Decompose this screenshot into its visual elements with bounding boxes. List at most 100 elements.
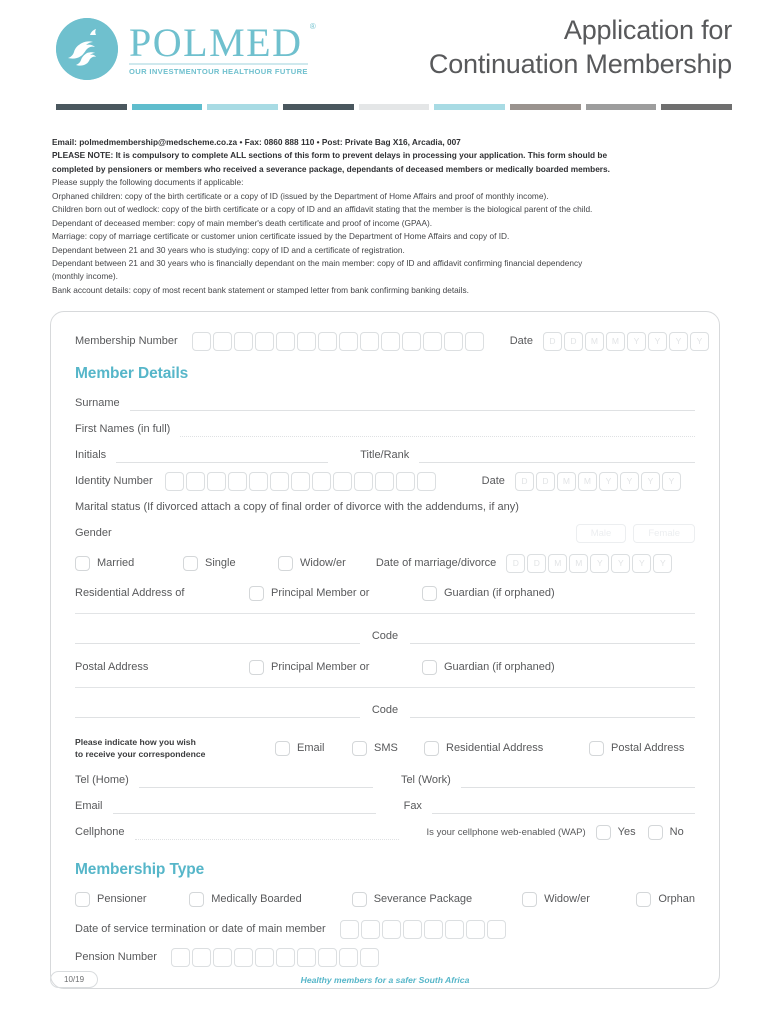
pension-number-cell-3[interactable] xyxy=(212,947,232,967)
membership-number-cell-14[interactable] xyxy=(464,331,484,351)
identity-date-cell-7[interactable]: Y xyxy=(640,471,660,491)
service-termination-cell-8[interactable] xyxy=(486,919,506,939)
membership-type-widower[interactable]: Widow/er xyxy=(522,891,636,907)
wap-yes[interactable]: Yes xyxy=(595,824,636,840)
pension-number-cell-9[interactable] xyxy=(338,947,358,967)
date-cell-4[interactable]: M xyxy=(605,331,625,351)
pension-number-cell-10[interactable] xyxy=(359,947,379,967)
date-cell-1[interactable]: D xyxy=(542,331,562,351)
identity-number-cell-11[interactable] xyxy=(374,471,394,491)
correspondence-email[interactable]: Email xyxy=(275,740,352,756)
date-cell-7[interactable]: Y xyxy=(668,331,688,351)
tel-work-input[interactable] xyxy=(460,787,695,789)
membership-number-cell-2[interactable] xyxy=(212,331,232,351)
date-cell-6[interactable]: Y xyxy=(647,331,667,351)
checkbox-residential-principal[interactable] xyxy=(249,585,264,601)
gender-option-female[interactable]: Female xyxy=(633,523,695,543)
postal-principal-member[interactable]: Principal Member or xyxy=(249,659,422,675)
identity-number-cell-7[interactable] xyxy=(290,471,310,491)
identity-date-cell-3[interactable]: M xyxy=(556,471,576,491)
date-of-marriage-cell-3[interactable]: M xyxy=(548,553,568,573)
service-termination-cell-4[interactable] xyxy=(402,919,422,939)
membership-number-cell-9[interactable] xyxy=(359,331,379,351)
identity-date-cell-6[interactable]: Y xyxy=(619,471,639,491)
identity-number-cell-13[interactable] xyxy=(416,471,436,491)
membership-number-cell-6[interactable] xyxy=(296,331,316,351)
service-termination-input[interactable] xyxy=(339,919,506,939)
checkbox-residential-guardian[interactable] xyxy=(422,585,437,601)
checkbox-postal-guardian[interactable] xyxy=(422,659,437,675)
identity-number-cell-12[interactable] xyxy=(395,471,415,491)
marital-option-married[interactable]: Married xyxy=(75,555,183,571)
membership-type-pensioner[interactable]: Pensioner xyxy=(75,891,189,907)
identity-number-cell-2[interactable] xyxy=(185,471,205,491)
pension-number-cell-7[interactable] xyxy=(296,947,316,967)
date-of-marriage-cell-5[interactable]: Y xyxy=(590,553,610,573)
membership-number-cell-11[interactable] xyxy=(401,331,421,351)
identity-number-input[interactable] xyxy=(164,471,436,491)
checkbox-wap-no[interactable] xyxy=(647,824,663,840)
pension-number-cell-4[interactable] xyxy=(233,947,253,967)
pension-number-cell-6[interactable] xyxy=(275,947,295,967)
identity-number-cell-6[interactable] xyxy=(269,471,289,491)
identity-number-cell-10[interactable] xyxy=(353,471,373,491)
first-names-input[interactable] xyxy=(180,436,695,438)
date-of-marriage-cell-4[interactable]: M xyxy=(569,553,589,573)
postal-address-line-1[interactable] xyxy=(75,687,695,689)
postal-code-input[interactable] xyxy=(410,717,696,719)
initials-input[interactable] xyxy=(116,462,329,464)
service-termination-cell-5[interactable] xyxy=(423,919,443,939)
identity-date-cell-1[interactable]: D xyxy=(514,471,534,491)
correspondence-sms[interactable]: SMS xyxy=(352,740,424,756)
postal-guardian[interactable]: Guardian (if orphaned) xyxy=(422,659,555,675)
membership-number-cell-8[interactable] xyxy=(338,331,358,351)
correspondence-postal[interactable]: Postal Address xyxy=(589,740,684,756)
checkbox-married[interactable] xyxy=(75,555,90,571)
membership-number-cell-12[interactable] xyxy=(422,331,442,351)
identity-number-cell-5[interactable] xyxy=(248,471,268,491)
membership-number-cell-4[interactable] xyxy=(254,331,274,351)
membership-number-cell-10[interactable] xyxy=(380,331,400,351)
date-of-marriage-cell-8[interactable]: Y xyxy=(653,553,673,573)
date-input[interactable]: DDMMYYYY xyxy=(542,331,709,351)
postal-address-line-2[interactable] xyxy=(75,717,360,719)
gender-option-male[interactable]: Male xyxy=(575,523,627,543)
fax-input[interactable] xyxy=(431,813,696,815)
wap-no[interactable]: No xyxy=(647,824,684,840)
identity-number-cell-4[interactable] xyxy=(227,471,247,491)
checkbox-type-widower[interactable] xyxy=(522,891,538,907)
marital-option-widower[interactable]: Widow/er xyxy=(278,555,346,571)
date-cell-5[interactable]: Y xyxy=(626,331,646,351)
checkbox-correspondence-postal[interactable] xyxy=(589,740,604,756)
service-termination-cell-3[interactable] xyxy=(381,919,401,939)
membership-number-cell-13[interactable] xyxy=(443,331,463,351)
checkbox-medically-boarded[interactable] xyxy=(189,891,205,907)
date-cell-2[interactable]: D xyxy=(563,331,583,351)
identity-number-cell-8[interactable] xyxy=(311,471,331,491)
identity-number-cell-1[interactable] xyxy=(164,471,184,491)
checkbox-orphan[interactable] xyxy=(636,891,652,907)
identity-number-cell-9[interactable] xyxy=(332,471,352,491)
membership-type-medically-boarded[interactable]: Medically Boarded xyxy=(189,891,351,907)
identity-number-cell-3[interactable] xyxy=(206,471,226,491)
date-of-marriage-cell-2[interactable]: D xyxy=(527,553,547,573)
membership-number-cell-3[interactable] xyxy=(233,331,253,351)
checkbox-severance-package[interactable] xyxy=(351,891,367,907)
surname-input[interactable] xyxy=(129,410,695,412)
date-of-marriage-input[interactable]: DDMMYYYY xyxy=(506,553,673,573)
correspondence-residential[interactable]: Residential Address xyxy=(424,740,589,756)
date-cell-3[interactable]: M xyxy=(584,331,604,351)
membership-number-cell-1[interactable] xyxy=(191,331,211,351)
checkbox-postal-principal[interactable] xyxy=(249,659,264,675)
date-of-marriage-cell-6[interactable]: Y xyxy=(611,553,631,573)
residential-address-line-2[interactable] xyxy=(75,643,360,645)
pension-number-cell-8[interactable] xyxy=(317,947,337,967)
title-rank-input[interactable] xyxy=(419,462,695,464)
identity-date-cell-5[interactable]: Y xyxy=(598,471,618,491)
service-termination-cell-1[interactable] xyxy=(339,919,359,939)
residential-guardian[interactable]: Guardian (if orphaned) xyxy=(422,585,555,601)
marital-option-single[interactable]: Single xyxy=(183,555,278,571)
email-input[interactable] xyxy=(112,813,376,815)
pension-number-cell-5[interactable] xyxy=(254,947,274,967)
checkbox-wap-yes[interactable] xyxy=(595,824,611,840)
